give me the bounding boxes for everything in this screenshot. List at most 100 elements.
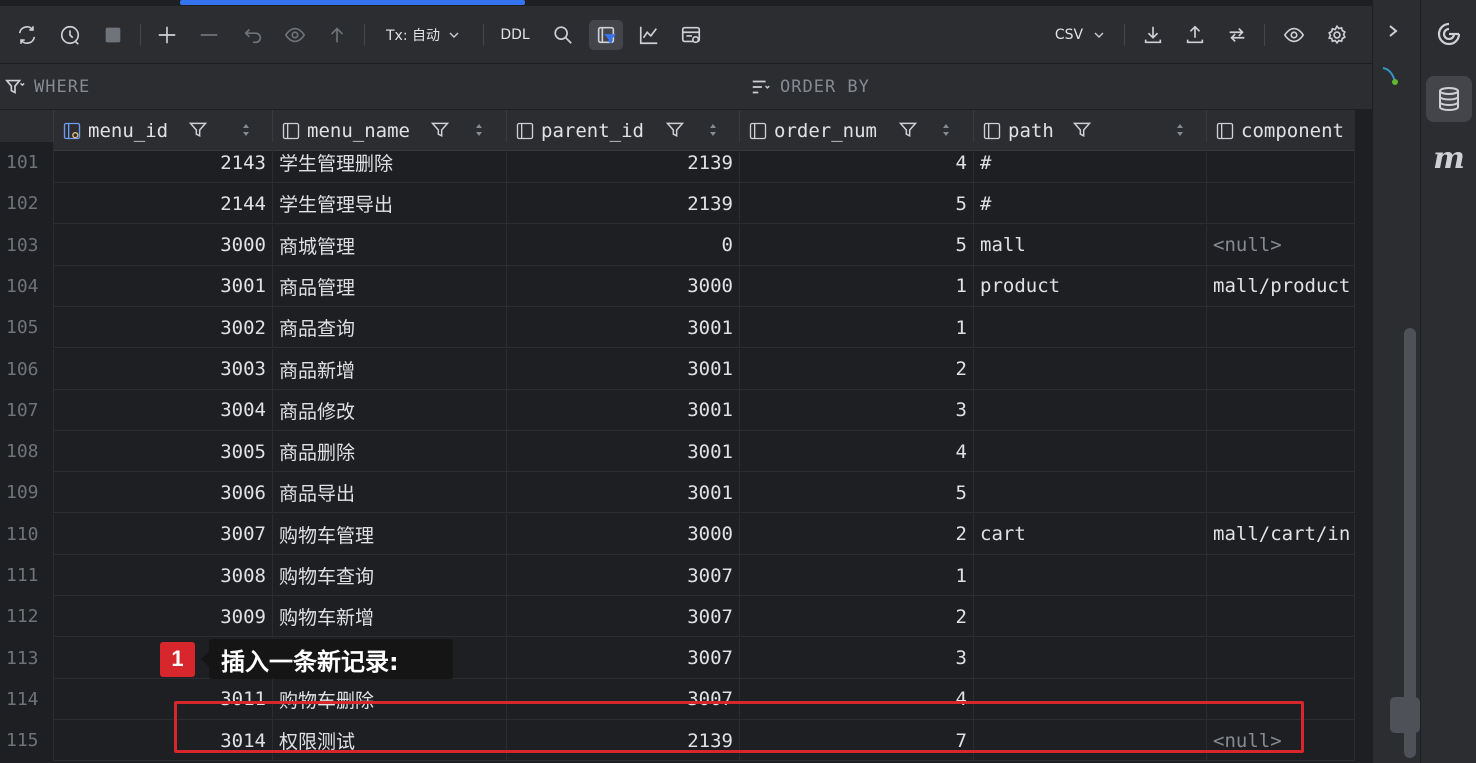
cell-path[interactable]: [974, 555, 1207, 596]
cell-parent-id[interactable]: 3001: [507, 472, 740, 514]
sort-arrows-icon[interactable]: [1174, 122, 1186, 138]
eye-icon[interactable]: [1278, 20, 1310, 50]
sort-arrows-icon[interactable]: [473, 122, 485, 138]
table-row[interactable]: 105 3002 商品查询 3001 1: [0, 307, 1355, 349]
cell-menu-id[interactable]: 3007: [54, 513, 273, 555]
cell-path[interactable]: #: [974, 183, 1207, 225]
cell-parent-id[interactable]: 2139: [507, 142, 740, 183]
cell-parent-id[interactable]: 3007: [507, 637, 740, 679]
ai-assistant-icon[interactable]: [1429, 14, 1469, 54]
cell-component[interactable]: [1207, 389, 1355, 431]
table-row[interactable]: 107 3004 商品修改 3001 3: [0, 389, 1355, 431]
search-icon[interactable]: [548, 20, 578, 50]
cell-component[interactable]: [1207, 637, 1355, 679]
cell-path[interactable]: product: [974, 265, 1207, 307]
cell-component[interactable]: <null>: [1207, 224, 1355, 266]
sort-arrows-icon[interactable]: [707, 122, 719, 138]
cell-path[interactable]: [974, 720, 1207, 762]
export-icon[interactable]: [1180, 20, 1210, 50]
cell-parent-id[interactable]: 3007: [507, 678, 740, 720]
cell-order-num[interactable]: 1: [740, 307, 974, 349]
cell-component[interactable]: [1207, 142, 1355, 183]
table-row[interactable]: 106 3003 商品新增 3001 2: [0, 348, 1355, 390]
cell-path[interactable]: #: [974, 142, 1207, 183]
cell-order-num[interactable]: 1: [740, 265, 974, 307]
cell-path[interactable]: mall: [974, 224, 1207, 266]
table-row[interactable]: 112 3009 购物车新增 3007 2: [0, 596, 1355, 638]
cell-menu-id[interactable]: 3006: [54, 472, 273, 514]
table-row[interactable]: 110 3007 购物车管理 3000 2 cart mall/cart/in: [0, 513, 1355, 555]
cell-menu-name[interactable]: 商品新增: [273, 348, 507, 390]
cell-menu-id[interactable]: 3003: [54, 348, 273, 390]
cell-menu-id[interactable]: 3011: [54, 678, 273, 720]
cell-parent-id[interactable]: 2139: [507, 183, 740, 225]
where-filter[interactable]: WHERE: [4, 76, 90, 98]
cell-component[interactable]: [1207, 183, 1355, 225]
cell-order-num[interactable]: 3: [740, 389, 974, 431]
cell-menu-id[interactable]: 3004: [54, 389, 273, 431]
cell-menu-name[interactable]: 商品修改: [273, 389, 507, 431]
cell-component[interactable]: [1207, 472, 1355, 514]
cell-menu-name[interactable]: 购物车删除: [273, 678, 507, 720]
cell-menu-id[interactable]: 2143: [54, 142, 273, 183]
cell-menu-id[interactable]: 3000: [54, 224, 273, 266]
cell-menu-name[interactable]: 商品导出: [273, 472, 507, 514]
ddl-button[interactable]: DDL: [495, 20, 535, 50]
chevron-right-icon[interactable]: [1385, 20, 1401, 42]
cell-parent-id[interactable]: 3000: [507, 513, 740, 555]
database-icon[interactable]: [1426, 76, 1472, 122]
vertical-scrollbar[interactable]: [1390, 0, 1420, 763]
cell-parent-id[interactable]: 0: [507, 224, 740, 266]
cell-menu-name[interactable]: 购物车新增: [273, 596, 507, 638]
table-row[interactable]: 103 3000 商城管理 0 5 mall <null>: [0, 224, 1355, 266]
cell-order-num[interactable]: 2: [740, 596, 974, 638]
scrollbar-handle[interactable]: [1390, 697, 1420, 733]
cell-order-num[interactable]: 2: [740, 513, 974, 555]
cell-order-num[interactable]: 1: [740, 555, 974, 596]
cell-menu-name[interactable]: 学生管理导出: [273, 183, 507, 225]
compare-icon[interactable]: [1222, 20, 1252, 50]
maven-icon[interactable]: m: [1429, 138, 1469, 178]
cell-component[interactable]: [1207, 555, 1355, 596]
cell-menu-name[interactable]: 商品管理: [273, 265, 507, 307]
cell-parent-id[interactable]: 3000: [507, 265, 740, 307]
cell-menu-id[interactable]: 3002: [54, 307, 273, 349]
cell-order-num[interactable]: 4: [740, 678, 974, 720]
table-row[interactable]: 102 2144 学生管理导出 2139 5 #: [0, 183, 1355, 225]
table-row[interactable]: 109 3006 商品导出 3001 5: [0, 472, 1355, 514]
delete-row-icon[interactable]: [194, 20, 224, 50]
cell-path[interactable]: [974, 678, 1207, 720]
export-format-dropdown[interactable]: CSV: [1048, 20, 1114, 50]
chart-icon[interactable]: [634, 20, 664, 50]
preview-changes-icon[interactable]: [280, 20, 310, 50]
cell-path[interactable]: cart: [974, 513, 1207, 555]
order-by-filter[interactable]: ORDER BY: [750, 76, 870, 98]
cell-order-num[interactable]: 5: [740, 183, 974, 225]
add-row-icon[interactable]: [152, 20, 182, 50]
cell-order-num[interactable]: 2: [740, 348, 974, 390]
cell-menu-name[interactable]: 商城管理: [273, 224, 507, 266]
sort-arrows-icon[interactable]: [940, 122, 952, 138]
cell-menu-name[interactable]: 学生管理删除: [273, 142, 507, 183]
cell-component[interactable]: mall/cart/in: [1207, 513, 1355, 555]
cell-menu-name[interactable]: 商品查询: [273, 307, 507, 349]
cell-path[interactable]: [974, 307, 1207, 349]
cell-menu-id[interactable]: 2144: [54, 183, 273, 225]
column-filter-icon[interactable]: [188, 120, 208, 140]
cell-component[interactable]: [1207, 348, 1355, 390]
table-row[interactable]: 108 3005 商品删除 3001 4: [0, 431, 1355, 473]
column-filter-icon[interactable]: [898, 120, 918, 140]
column-filter-icon[interactable]: [1072, 120, 1092, 140]
cell-parent-id[interactable]: 3001: [507, 348, 740, 390]
cell-component[interactable]: [1207, 307, 1355, 349]
cell-order-num[interactable]: 5: [740, 472, 974, 514]
table-row[interactable]: 104 3001 商品管理 3000 1 product mall/product: [0, 265, 1355, 307]
revert-icon[interactable]: [238, 20, 268, 50]
cell-component[interactable]: <null>: [1207, 720, 1355, 762]
column-filter-icon[interactable]: [665, 120, 685, 140]
cell-order-num[interactable]: 5: [740, 224, 974, 266]
cell-menu-id[interactable]: 3008: [54, 555, 273, 596]
cell-path[interactable]: [974, 431, 1207, 473]
cell-parent-id[interactable]: 3007: [507, 596, 740, 638]
cell-menu-id[interactable]: 3001: [54, 265, 273, 307]
